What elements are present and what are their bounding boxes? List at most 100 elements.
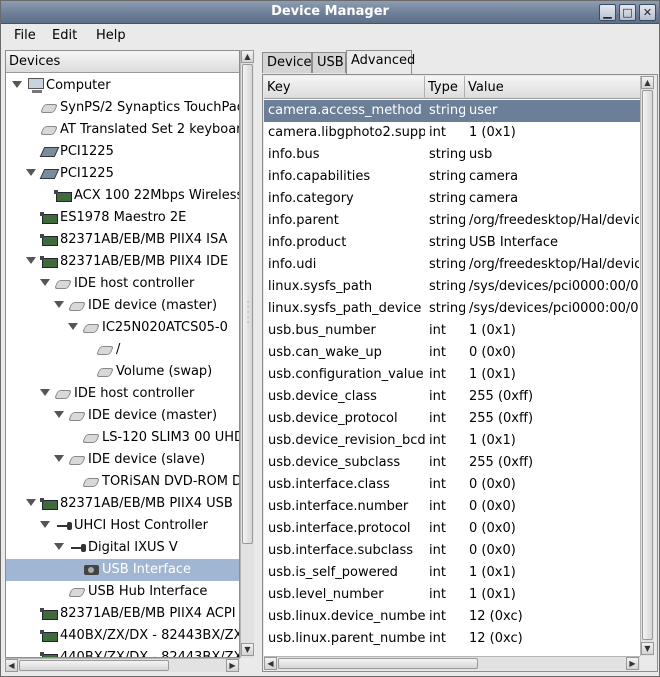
tree-item[interactable]: AT Translated Set 2 keyboard [6, 119, 239, 141]
table-row[interactable]: info.capabilities string camera [264, 166, 640, 188]
tree-item[interactable]: Computer [6, 75, 239, 97]
expander-arrow-icon[interactable] [54, 543, 64, 550]
tree-item[interactable]: ES1978 Maestro 2E [6, 207, 239, 229]
expander-arrow-icon[interactable] [26, 169, 36, 176]
devices-horizontal-scrollbar[interactable]: ◀ ▶ [5, 658, 240, 672]
scroll-right-button[interactable]: ▶ [626, 657, 639, 670]
tree-item[interactable]: 440BX/ZX/DX - 82443BX/ZX/D [6, 625, 239, 647]
devices-pane: Devices Computer SynPS/2 Synaptics TouchP… [5, 50, 240, 658]
column-key[interactable]: Key [264, 76, 425, 99]
hscroll-thumb[interactable] [278, 658, 478, 669]
tree-item[interactable]: IDE host controller [6, 383, 239, 405]
tab-usb[interactable]: USB [312, 52, 346, 73]
devices-vertical-scrollbar[interactable]: ▲ ▼ [240, 50, 254, 658]
tree-item[interactable]: UHCI Host Controller [6, 515, 239, 537]
minimize-button[interactable]: ▁ [599, 4, 616, 21]
tree-item[interactable]: 82371AB/EB/MB PIIX4 ACPI [6, 603, 239, 625]
tree-item[interactable]: IDE host controller [6, 273, 239, 295]
expander-arrow-icon[interactable] [40, 279, 50, 286]
tree-item[interactable]: 440BX/ZX/DX - 82443BX/ZX/D [6, 647, 239, 657]
close-button[interactable]: ✕ [639, 4, 656, 21]
table-row[interactable]: usb.can_wake_up int 0 (0x0) [264, 342, 640, 364]
tree-item[interactable]: 82371AB/EB/MB PIIX4 USB [6, 493, 239, 515]
table-row[interactable]: info.bus string usb [264, 144, 640, 166]
table-row[interactable]: usb.interface.protocol int 0 (0x0) [264, 518, 640, 540]
title-bar[interactable]: Device Manager ▁ □ ✕ [1, 1, 659, 24]
table-row[interactable]: usb.device_protocol int 255 (0xff) [264, 408, 640, 430]
tree-item[interactable]: PCI1225 [6, 163, 239, 185]
pane-splitter-handle[interactable]: · · · · · [244, 299, 252, 341]
menu-edit[interactable]: Edit [52, 28, 77, 43]
table-row[interactable]: usb.linux.device_number int 12 (0xc) [264, 606, 640, 628]
table-row[interactable]: info.udi string/org/freedesktop/Hal/devic… [264, 254, 640, 276]
hscroll-thumb[interactable] [19, 660, 169, 671]
tree-item[interactable]: TORiSAN DVD-ROM DR [6, 471, 239, 493]
properties-vertical-scrollbar[interactable]: ▲ ▼ [640, 76, 654, 656]
expander-arrow-icon[interactable] [54, 301, 64, 308]
table-row[interactable]: linux.sysfs_path string/sys/devices/pci00… [264, 276, 640, 298]
expander-arrow-icon[interactable] [68, 323, 78, 330]
key-cell: usb.is_self_powered [268, 565, 398, 580]
expander-arrow-icon[interactable] [26, 257, 36, 264]
table-row[interactable]: camera.libgphoto2.support int 1 (0x1) [264, 122, 640, 144]
maximize-button[interactable]: □ [619, 4, 636, 21]
table-row[interactable]: camera.access_method string user [264, 100, 640, 122]
column-value[interactable]: Value [465, 76, 640, 99]
tree-item[interactable]: IDE device (master) [6, 405, 239, 427]
tab-advanced[interactable]: Advanced [346, 50, 415, 74]
expander-arrow-icon[interactable] [12, 81, 22, 88]
table-row[interactable]: usb.interface.class int 0 (0x0) [264, 474, 640, 496]
menu-help[interactable]: Help [96, 28, 126, 43]
table-row[interactable]: usb.linux.parent_number int 12 (0xc) [264, 628, 640, 650]
scroll-down-button[interactable]: ▼ [641, 642, 654, 655]
scroll-up-button[interactable]: ▲ [641, 76, 654, 89]
tab-device[interactable]: Device [262, 52, 312, 73]
table-row[interactable]: usb.interface.number int 0 (0x0) [264, 496, 640, 518]
scroll-up-button[interactable]: ▲ [241, 50, 254, 63]
expander-arrow-icon[interactable] [54, 455, 64, 462]
tree-item-label: PCI1225 [60, 144, 114, 159]
tree-item[interactable]: USB Interface [6, 559, 239, 581]
tree-item[interactable]: 82371AB/EB/MB PIIX4 IDE [6, 251, 239, 273]
scroll-thumb[interactable] [642, 90, 653, 640]
device-manager-window: Device Manager ▁ □ ✕ File Edit Help Devi… [0, 0, 660, 677]
properties-horizontal-scrollbar[interactable]: ◀ ▶ [264, 656, 640, 670]
tree-item[interactable]: ACX 100 22Mbps Wireless In [6, 185, 239, 207]
tree-item[interactable]: LS-120 SLIM3 00 UHD F [6, 427, 239, 449]
column-type[interactable]: Type [425, 76, 465, 99]
table-row[interactable]: usb.level_number int 1 (0x1) [264, 584, 640, 606]
expander-arrow-icon[interactable] [40, 521, 50, 528]
table-row[interactable]: linux.sysfs_path_device string/sys/device… [264, 298, 640, 320]
tree-item[interactable]: / [6, 339, 239, 361]
table-row[interactable]: usb.device_subclass int 255 (0xff) [264, 452, 640, 474]
scroll-left-button[interactable]: ◀ [5, 659, 18, 672]
tree-item[interactable]: Digital IXUS V [6, 537, 239, 559]
tree-item[interactable]: USB Hub Interface [6, 581, 239, 603]
table-row[interactable]: info.product string USB Interface [264, 232, 640, 254]
tree-item[interactable]: IDE device (master) [6, 295, 239, 317]
table-row[interactable]: usb.configuration_value int 1 (0x1) [264, 364, 640, 386]
expander-arrow-icon[interactable] [54, 411, 64, 418]
tree-item[interactable]: IDE device (slave) [6, 449, 239, 471]
camera-icon [84, 565, 99, 575]
tree-item[interactable]: PCI1225 [6, 141, 239, 163]
menu-file[interactable]: File [14, 28, 36, 43]
tree-item[interactable]: Volume (swap) [6, 361, 239, 383]
scroll-right-button[interactable]: ▶ [226, 659, 239, 672]
table-row[interactable]: usb.interface.subclass int 0 (0x0) [264, 540, 640, 562]
table-row[interactable]: info.parent string/org/freedesktop/Hal/de… [264, 210, 640, 232]
devices-header[interactable]: Devices [6, 51, 239, 73]
table-row[interactable]: info.category string camera [264, 188, 640, 210]
tree-item[interactable]: SynPS/2 Synaptics TouchPad [6, 97, 239, 119]
table-row[interactable]: usb.device_class int 255 (0xff) [264, 386, 640, 408]
scroll-down-button[interactable]: ▼ [241, 643, 254, 656]
table-row[interactable]: usb.is_self_powered int 1 (0x1) [264, 562, 640, 584]
expander-arrow-icon[interactable] [26, 499, 36, 506]
tree-item[interactable]: IC25N020ATCS05-0 [6, 317, 239, 339]
table-row[interactable]: usb.bus_number int 1 (0x1) [264, 320, 640, 342]
tree-item[interactable]: 82371AB/EB/MB PIIX4 ISA [6, 229, 239, 251]
type-cell: int [429, 609, 446, 624]
table-row[interactable]: usb.device_revision_bcd int 1 (0x1) [264, 430, 640, 452]
scroll-left-button[interactable]: ◀ [264, 657, 277, 670]
expander-arrow-icon[interactable] [40, 389, 50, 396]
